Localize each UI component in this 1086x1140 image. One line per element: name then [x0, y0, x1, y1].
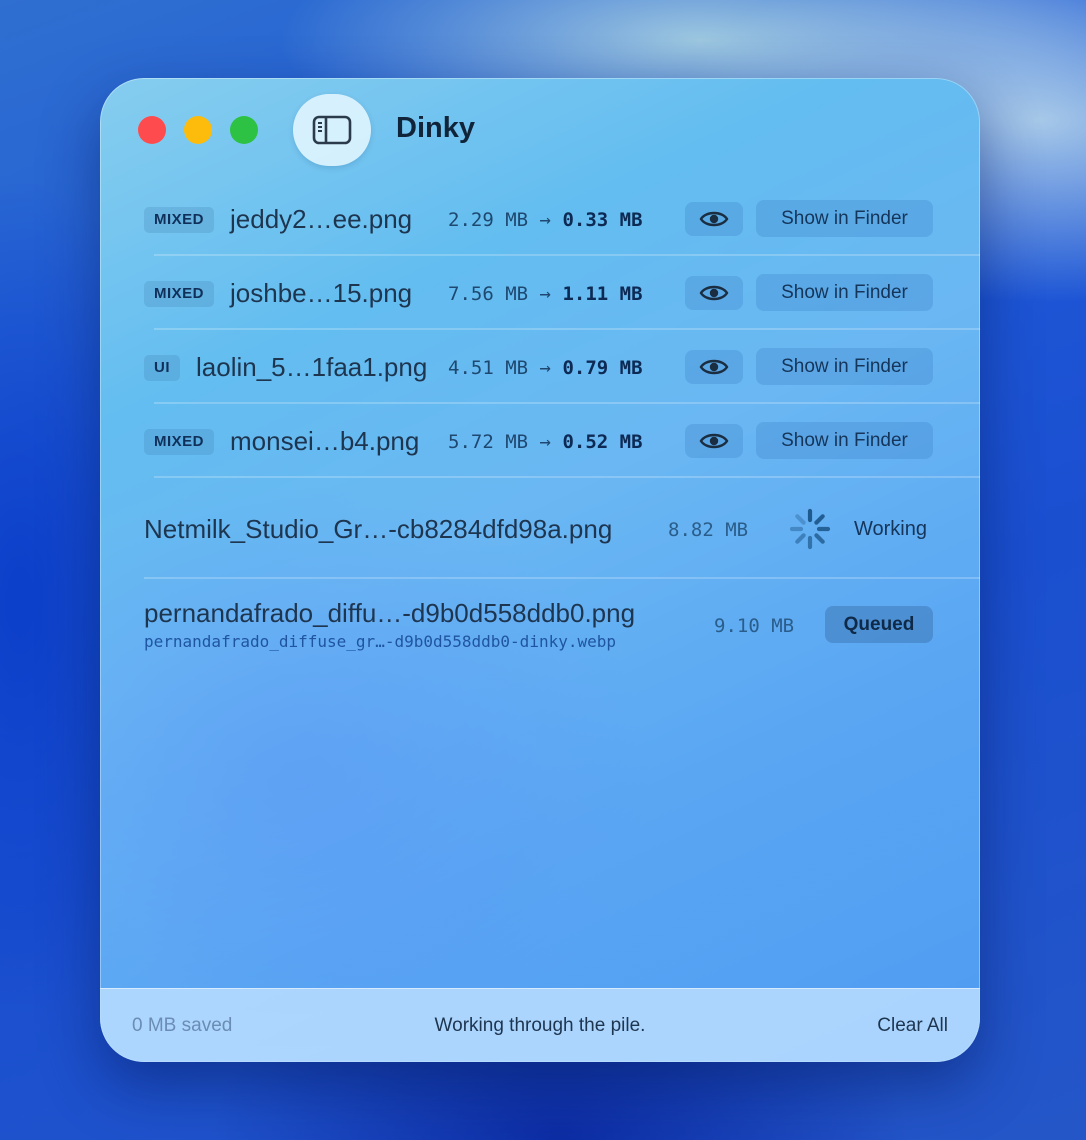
queued-badge: Queued	[825, 606, 933, 643]
divider	[154, 402, 980, 404]
content-type-tag: MIXED	[144, 281, 215, 307]
app-title: Dinky	[396, 112, 475, 144]
show-in-finder-button[interactable]: Show in Finder	[756, 274, 933, 311]
eye-icon	[699, 285, 729, 301]
minimize-button[interactable]	[184, 116, 212, 144]
titlebar: Dinky	[100, 78, 980, 188]
eye-icon	[699, 211, 729, 227]
show-in-finder-button[interactable]: Show in Finder	[756, 200, 933, 237]
content-type-tag: MIXED	[144, 429, 215, 455]
file-name: jeddy2…ee.png	[230, 204, 413, 234]
footer-bar: 0 MB saved Working through the pile. Cle…	[100, 988, 980, 1062]
original-size: 4.51 MB	[448, 357, 529, 379]
divider	[144, 577, 980, 579]
file-row: MIXED jeddy2…ee.png 2.29 MB → 0.33 MB Sh…	[100, 188, 980, 262]
show-in-finder-button[interactable]: Show in Finder	[756, 348, 933, 385]
preview-button[interactable]	[685, 350, 743, 384]
file-name: laolin_5…1faa1.png	[196, 352, 428, 382]
status-label: Working	[854, 518, 927, 540]
compressed-size: 0.52 MB	[562, 431, 643, 453]
arrow: →	[539, 357, 551, 379]
compressed-size: 0.33 MB	[562, 209, 643, 231]
content-type-tag: UI	[144, 355, 180, 381]
sidebar-toggle-button[interactable]	[293, 94, 371, 166]
original-size: 5.72 MB	[448, 431, 529, 453]
dinky-window: Dinky MIXED jeddy2…ee.png 2.29 MB → 0.33…	[100, 78, 980, 1062]
preview-button[interactable]	[685, 276, 743, 310]
file-row: UI laolin_5…1faa1.png 4.51 MB → 0.79 MB …	[100, 336, 980, 410]
eye-icon	[699, 433, 729, 449]
file-row: MIXED joshbe…15.png 7.56 MB → 1.11 MB Sh…	[100, 262, 980, 336]
divider	[154, 328, 980, 330]
file-name: pernandafrado_diffu…-d9b0d558ddb0.png	[144, 598, 636, 628]
size-change: 2.29 MB → 0.33 MB	[448, 209, 643, 231]
arrow: →	[539, 283, 551, 305]
file-size: 9.10 MB	[714, 615, 795, 637]
content-type-tag: MIXED	[144, 207, 215, 233]
compressed-size: 0.79 MB	[562, 357, 643, 379]
preview-button[interactable]	[685, 202, 743, 236]
zoom-button[interactable]	[230, 116, 258, 144]
file-name: joshbe…15.png	[230, 278, 413, 308]
arrow: →	[539, 431, 551, 453]
close-button[interactable]	[138, 116, 166, 144]
footer-status: Working through the pile.	[434, 1015, 646, 1036]
clear-all-button[interactable]: Clear All	[877, 1015, 948, 1037]
size-change: 4.51 MB → 0.79 MB	[448, 357, 643, 379]
arrow: →	[539, 209, 551, 231]
file-size: 8.82 MB	[668, 519, 749, 541]
file-name: Netmilk_Studio_Gr…-cb8284dfd98a.png	[144, 514, 613, 544]
size-change: 7.56 MB → 1.11 MB	[448, 283, 643, 305]
divider	[154, 476, 980, 478]
sidebar-icon	[312, 115, 352, 145]
preview-button[interactable]	[685, 424, 743, 458]
original-size: 7.56 MB	[448, 283, 529, 305]
original-size: 2.29 MB	[448, 209, 529, 231]
eye-icon	[699, 359, 729, 375]
file-name: monsei…b4.png	[230, 426, 420, 456]
spinner-icon	[789, 508, 831, 550]
compressed-size: 1.11 MB	[562, 283, 643, 305]
output-file-name: pernandafrado_diffuse_gr…-d9b0d558ddb0-d…	[144, 632, 617, 651]
file-row: MIXED monsei…b4.png 5.72 MB → 0.52 MB Sh…	[100, 410, 980, 484]
size-change: 5.72 MB → 0.52 MB	[448, 431, 643, 453]
show-in-finder-button[interactable]: Show in Finder	[756, 422, 933, 459]
divider	[154, 254, 980, 256]
